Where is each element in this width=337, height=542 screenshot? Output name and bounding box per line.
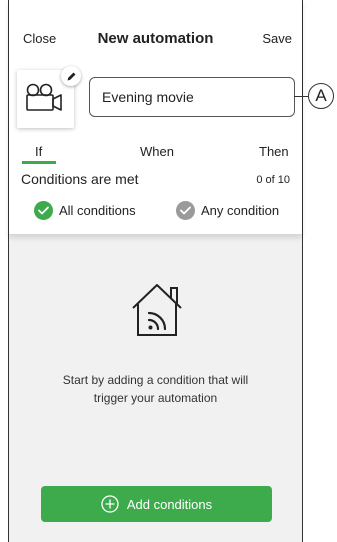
active-tab-indicator [22, 161, 56, 164]
conditions-count: 0 of 10 [256, 174, 290, 186]
conditions-label: Conditions are met [21, 171, 139, 187]
page-title: New automation [97, 30, 214, 47]
tab-when[interactable]: When [140, 144, 174, 159]
pencil-icon [67, 72, 75, 80]
plus-circle-icon [101, 495, 119, 513]
automation-header-card: Close New automation Save If When Then C… [9, 0, 302, 235]
empty-state-line-2: trigger your automation [93, 391, 218, 405]
add-conditions-button[interactable]: Add conditions [41, 486, 272, 522]
option-label: All conditions [59, 203, 136, 218]
automation-name-input[interactable] [89, 77, 295, 117]
add-conditions-label: Add conditions [126, 496, 213, 512]
phone-screen: Close New automation Save If When Then C… [8, 0, 303, 542]
option-all-conditions[interactable]: All conditions [34, 201, 136, 220]
tab-then[interactable]: Then [259, 144, 289, 159]
home-signal-icon [132, 284, 182, 336]
save-button[interactable]: Save [262, 31, 292, 46]
tab-if[interactable]: If [35, 144, 42, 159]
option-any-condition[interactable]: Any condition [176, 201, 279, 220]
empty-state-message: Start by adding a condition that will tr… [9, 371, 302, 407]
checkmark-unselected-icon [176, 201, 195, 220]
callout-marker: A [308, 83, 334, 109]
empty-state-line-1: Start by adding a condition that will [62, 373, 249, 387]
checkmark-selected-icon [34, 201, 53, 220]
edit-icon-button[interactable] [61, 66, 81, 86]
option-label: Any condition [201, 203, 280, 218]
